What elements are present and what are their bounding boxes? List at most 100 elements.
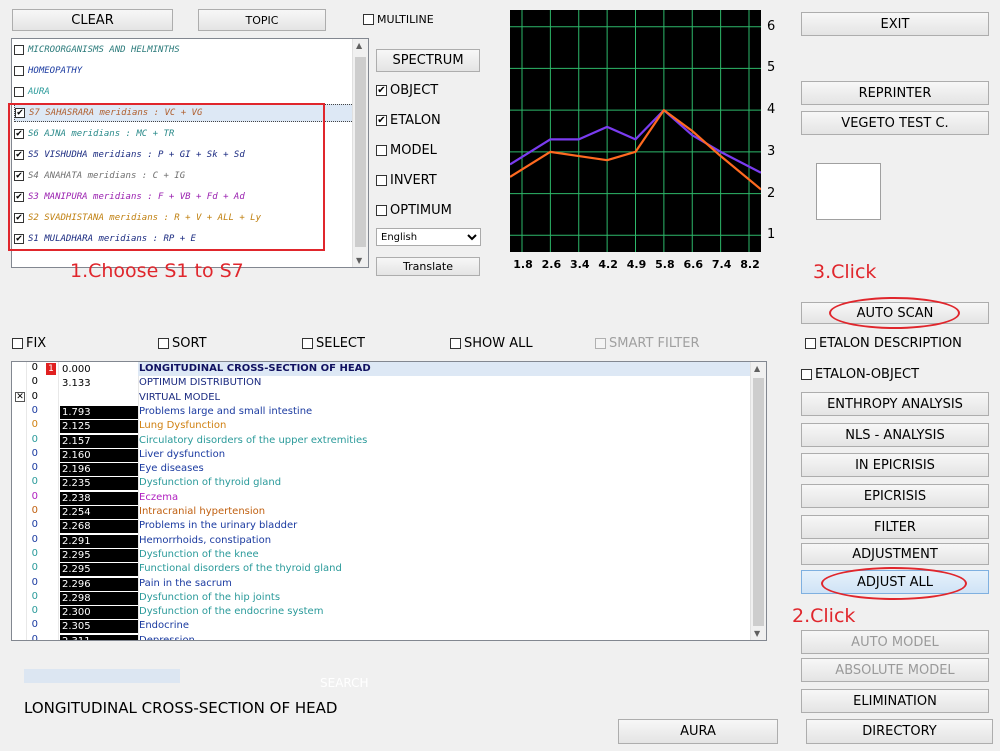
multiline-label: MULTILINE bbox=[377, 13, 434, 26]
scroll-up-icon[interactable]: ▲ bbox=[356, 41, 362, 50]
table-row[interactable]: ✕ 0 VIRTUAL MODEL bbox=[12, 391, 751, 405]
table-row[interactable]: 0 2.254 Intracranial hypertension bbox=[12, 505, 751, 519]
option-box[interactable] bbox=[376, 175, 387, 186]
row-value: 2.125 bbox=[60, 420, 138, 434]
table-scroll-up-icon[interactable]: ▲ bbox=[754, 364, 760, 373]
language-select[interactable]: English bbox=[376, 228, 481, 246]
search-field[interactable] bbox=[24, 669, 180, 683]
entropy-analysis-button[interactable]: ENTHROPY ANALYSIS bbox=[801, 392, 989, 416]
vegeto-test-button[interactable]: VEGETO TEST C. bbox=[801, 111, 989, 135]
table-row[interactable]: 0 2.311Depression bbox=[12, 634, 751, 640]
scroll-down-icon[interactable]: ▼ bbox=[356, 256, 362, 265]
in-epicrisis-button[interactable]: IN EPICRISIS bbox=[801, 453, 989, 477]
select-box[interactable] bbox=[302, 338, 313, 349]
option-object-checkbox[interactable]: OBJECT bbox=[376, 83, 438, 98]
option-optimum-checkbox[interactable]: OPTIMUM bbox=[376, 203, 452, 218]
sort-box[interactable] bbox=[158, 338, 169, 349]
table-row[interactable]: 0 2.160 Liver dysfunction bbox=[12, 448, 751, 462]
row-value: 2.311 bbox=[60, 634, 138, 640]
row-index: 0 bbox=[31, 547, 38, 559]
option-etalon-checkbox[interactable]: ETALON bbox=[376, 113, 441, 128]
option-model-checkbox[interactable]: MODEL bbox=[376, 143, 437, 158]
row-value: 2.157 bbox=[60, 434, 138, 448]
table-row[interactable]: 0 2.235 Dysfunction of thyroid gland bbox=[12, 476, 751, 491]
x-tick-label: 2.6 bbox=[541, 258, 562, 271]
option-box[interactable] bbox=[376, 145, 387, 156]
fix-checkbox[interactable]: FIX bbox=[12, 336, 46, 351]
smart-filter-label: SMART FILTER bbox=[609, 336, 700, 351]
etalon-description-box[interactable] bbox=[805, 338, 816, 349]
table-row[interactable]: 0 2.125 Lung Dysfunction bbox=[12, 419, 751, 434]
topic-list-item[interactable]: MICROORGANISMS AND HELMINTHS bbox=[14, 41, 180, 59]
table-scroll-thumb[interactable] bbox=[753, 378, 764, 626]
sort-label: SORT bbox=[172, 336, 207, 351]
row-name: Intracranial hypertension bbox=[139, 506, 266, 517]
table-row[interactable]: 0 2.268 Problems in the urinary bladder bbox=[12, 519, 751, 534]
table-row[interactable]: 0 1.793 Problems large and small intestine bbox=[12, 405, 751, 419]
translate-button[interactable]: Translate bbox=[376, 257, 480, 276]
table-scroll-down-icon[interactable]: ▼ bbox=[754, 629, 760, 638]
spectrum-button[interactable]: SPECTRUM bbox=[376, 49, 480, 72]
table-row[interactable]: 0 3.133 OPTIMUM DISTRIBUTION bbox=[12, 376, 751, 390]
table-row[interactable]: 0 2.295 Dysfunction of the knee bbox=[12, 548, 751, 562]
topic-checkbox[interactable] bbox=[14, 66, 24, 76]
row-value: 2.160 bbox=[60, 448, 138, 462]
table-row[interactable]: 0 2.305 Endocrine bbox=[12, 619, 751, 634]
smart-filter-checkbox[interactable]: SMART FILTER bbox=[595, 336, 699, 351]
topic-checkbox[interactable] bbox=[14, 45, 24, 55]
show-all-box[interactable] bbox=[450, 338, 461, 349]
elimination-button[interactable]: ELIMINATION bbox=[801, 689, 989, 713]
topic-button[interactable]: TOPIC bbox=[198, 9, 326, 31]
table-row[interactable]: 0 2.295 Functional disorders of the thyroi… bbox=[12, 562, 751, 577]
scroll-thumb[interactable] bbox=[355, 57, 366, 247]
table-row[interactable]: 0 2.291 Hemorrhoids, constipation bbox=[12, 534, 751, 548]
show-all-checkbox[interactable]: SHOW ALL bbox=[450, 336, 533, 351]
filter-button[interactable]: FILTER bbox=[801, 515, 989, 539]
absolute-model-button[interactable]: ABSOLUTE MODEL bbox=[801, 658, 989, 682]
table-row[interactable]: 0 2.296 Pain in the sacrum bbox=[12, 577, 751, 591]
exit-button[interactable]: EXIT bbox=[801, 12, 989, 36]
table-row[interactable]: 0 2.196 Eye diseases bbox=[12, 462, 751, 477]
row-value: 2.300 bbox=[60, 606, 138, 620]
row-value: 2.235 bbox=[60, 477, 138, 491]
table-row[interactable]: 0 1 0.000 LONGITUDINAL CROSS-SECTION OF HEA… bbox=[12, 362, 751, 376]
option-box[interactable] bbox=[376, 115, 387, 126]
option-box[interactable] bbox=[376, 205, 387, 216]
etalon-object-checkbox[interactable]: ETALON-OBJECT bbox=[801, 367, 919, 382]
row-check-icon[interactable]: ✕ bbox=[15, 391, 25, 402]
sort-checkbox[interactable]: SORT bbox=[158, 336, 207, 351]
row-name: Dysfunction of the endocrine system bbox=[139, 606, 324, 618]
adjustment-button[interactable]: ADJUSTMENT bbox=[801, 543, 989, 565]
nls-analysis-button[interactable]: NLS - ANALYSIS bbox=[801, 423, 989, 447]
table-row[interactable]: 0 2.157 Circulatory disorders of the upper… bbox=[12, 434, 751, 448]
results-table[interactable]: 0 1 0.000 LONGITUDINAL CROSS-SECTION OF HEA… bbox=[11, 361, 767, 641]
topic-list-item[interactable]: AURA bbox=[14, 83, 50, 101]
x-tick-label: 4.2 bbox=[598, 258, 618, 271]
aura-button[interactable]: AURA bbox=[618, 719, 778, 744]
reprinter-button[interactable]: REPRINTER bbox=[801, 81, 989, 105]
row-index: 0 bbox=[31, 605, 38, 617]
option-invert-checkbox[interactable]: INVERT bbox=[376, 173, 437, 188]
option-box[interactable] bbox=[376, 85, 387, 96]
row-index: 0 bbox=[31, 519, 38, 531]
topic-list-item[interactable]: HOMEOPATHY bbox=[14, 62, 82, 80]
etalon-description-checkbox[interactable]: ETALON DESCRIPTION bbox=[805, 336, 962, 351]
topic-checkbox[interactable] bbox=[14, 87, 24, 97]
annotation-click2: 2.Click bbox=[792, 605, 856, 627]
results-table-scrollbar[interactable]: ▲ ▼ bbox=[750, 362, 766, 640]
clear-button[interactable]: CLEAR bbox=[12, 9, 173, 31]
fix-box[interactable] bbox=[12, 338, 23, 349]
auto-model-button[interactable]: AUTO MODEL bbox=[801, 630, 989, 654]
multiline-box[interactable] bbox=[363, 14, 374, 25]
epicrisis-button[interactable]: EPICRISIS bbox=[801, 484, 989, 508]
etalon-object-box[interactable] bbox=[801, 369, 812, 380]
multiline-checkbox[interactable]: MULTILINE bbox=[363, 13, 434, 26]
select-checkbox[interactable]: SELECT bbox=[302, 336, 365, 351]
table-row[interactable]: 0 2.300 Dysfunction of the endocrine syste… bbox=[12, 605, 751, 620]
table-row[interactable]: 0 2.298 Dysfunction of the hip joints bbox=[12, 591, 751, 605]
table-row[interactable]: 0 2.238 Eczema bbox=[12, 491, 751, 505]
directory-button[interactable]: DIRECTORY bbox=[806, 719, 993, 744]
smart-filter-box[interactable] bbox=[595, 338, 606, 349]
status-title: LONGITUDINAL CROSS-SECTION OF HEAD bbox=[24, 699, 338, 717]
topic-list-scrollbar[interactable]: ▲ ▼ bbox=[352, 39, 368, 267]
